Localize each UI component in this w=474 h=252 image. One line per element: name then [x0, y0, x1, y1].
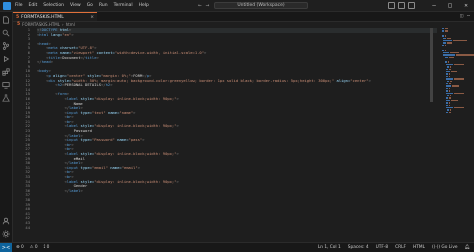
indentation[interactable]: Spaces: 4: [348, 245, 369, 250]
menu-item-view[interactable]: View: [70, 3, 81, 8]
source-control-icon[interactable]: [2, 42, 10, 50]
toggle-panel-icon[interactable]: [398, 2, 405, 9]
accounts-icon[interactable]: [2, 217, 10, 225]
menu-item-help[interactable]: Help: [139, 3, 149, 8]
breadcrumb-html-icon: 5: [17, 22, 21, 27]
run-debug-icon[interactable]: [2, 55, 10, 63]
ports-count[interactable]: ⟟ 0: [44, 245, 50, 250]
explorer-icon[interactable]: [2, 16, 10, 24]
extensions-icon[interactable]: [2, 68, 10, 76]
tab-formtaskis-html[interactable]: 5 FORMTASKIS.HTML ×: [13, 12, 97, 21]
window-controls: – □ ✕: [426, 0, 474, 11]
manage-gear-icon[interactable]: [2, 230, 10, 238]
menu-bar: File Edit Selection View Go Run Terminal Help: [15, 3, 149, 8]
forward-arrow-icon[interactable]: →: [206, 1, 210, 10]
menu-item-file[interactable]: File: [15, 3, 23, 8]
menu-item-edit[interactable]: Edit: [29, 3, 38, 8]
minimap-line: [441, 111, 474, 114]
breadcrumb-file[interactable]: FORMTASKIS.HTML: [22, 22, 60, 27]
search-icon[interactable]: [2, 29, 10, 37]
command-center[interactable]: Untitled (Workspace): [214, 2, 308, 9]
editor-tabs: 5 FORMTASKIS.HTML × ◫ ⋯: [13, 12, 474, 22]
navigation-arrows: ← →: [198, 1, 209, 10]
go-live-button[interactable]: ((·)) Go Live: [432, 245, 458, 250]
menu-item-run[interactable]: Run: [99, 3, 108, 8]
close-window-icon[interactable]: ✕: [458, 0, 474, 11]
code-editor[interactable]: 1 2 3 4 5 6 7 8 9 10 11 12 13 14 15 16 17 18 19 20 21 22 23 24 2…: [13, 28, 443, 242]
minimap[interactable]: [441, 28, 474, 114]
maximize-icon[interactable]: □: [442, 0, 458, 11]
scrollbar-thumb[interactable]: [430, 28, 433, 102]
end-of-line[interactable]: CRLF: [395, 245, 406, 250]
split-editor-icon[interactable]: ◫: [460, 13, 463, 19]
menu-item-selection[interactable]: Selection: [43, 3, 64, 8]
menu-item-terminal[interactable]: Terminal: [114, 3, 133, 8]
toggle-secondary-sidebar-icon[interactable]: [408, 2, 415, 9]
line-number-gutter: 1 2 3 4 5 6 7 8 9 10 11 12 13 14 15 16 17 18 19 20 21 22 23 24 2…: [13, 28, 33, 230]
encoding[interactable]: UTF-8: [376, 245, 389, 250]
toggle-primary-sidebar-icon[interactable]: [388, 2, 395, 9]
testing-icon[interactable]: [2, 94, 10, 102]
more-actions-icon[interactable]: ⋯: [467, 13, 470, 19]
errors-count[interactable]: ⊗ 0: [16, 245, 24, 250]
editor-actions: ◫ ⋯: [460, 13, 470, 19]
cursor-position[interactable]: Ln 1, Col 1: [318, 245, 341, 250]
breadcrumb-node[interactable]: html: [66, 22, 75, 27]
back-arrow-icon[interactable]: ←: [198, 1, 202, 10]
close-tab-icon[interactable]: ×: [90, 15, 94, 20]
title-bar: File Edit Selection View Go Run Terminal Help ←…: [0, 0, 474, 12]
menu-item-go[interactable]: Go: [87, 3, 93, 8]
command-center-label: Untitled (Workspace): [237, 3, 285, 8]
activity-bar: [0, 12, 13, 242]
code-area[interactable]: <!DOCTYPE html> <html lang="en"> <head> <m…: [37, 28, 437, 193]
breadcrumb-chevron-icon: ›: [61, 22, 64, 27]
status-bar: >< ⊗ 0 ⚠ 0 ⟟ 0 Ln 1, Col 1 Spaces: 4 UTF…: [0, 242, 474, 252]
html-file-icon: 5: [16, 14, 20, 20]
notifications-bell-icon[interactable]: 🔔︎: [465, 245, 470, 250]
line-number: 44: [25, 224, 30, 230]
breadcrumb: 5 FORMTASKIS.HTML › html: [13, 21, 75, 28]
warnings-count[interactable]: ⚠ 0: [30, 245, 38, 250]
remote-indicator[interactable]: ><: [0, 243, 12, 252]
code-line[interactable]: </label>: [37, 188, 437, 194]
language-mode[interactable]: HTML: [413, 245, 425, 250]
remote-explorer-icon[interactable]: [2, 81, 10, 89]
editor-scrollbar[interactable]: [430, 28, 433, 242]
tab-label: FORMTASKIS.HTML: [21, 14, 64, 20]
minimize-icon[interactable]: –: [426, 0, 442, 11]
vscode-logo-icon: [3, 1, 11, 10]
